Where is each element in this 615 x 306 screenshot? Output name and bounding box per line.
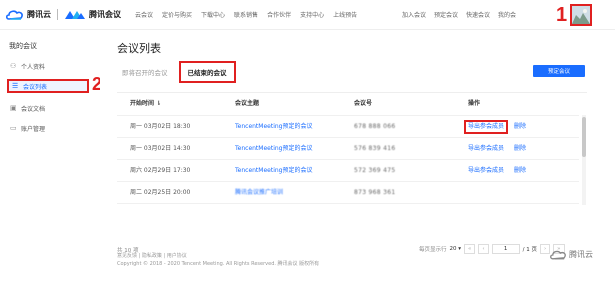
row-meeting-number: 576 839 416	[354, 145, 396, 152]
row-start-time: 周一 03月02日 18:30	[130, 123, 191, 130]
row-meeting-number: 572 369 475	[354, 167, 396, 174]
row-topic-link[interactable]: TencentMeeting预定的会议	[235, 116, 312, 138]
total-pages: / 1 页	[522, 247, 537, 253]
doc-icon: ▣	[10, 103, 17, 112]
user-icon: ⚇	[10, 61, 17, 70]
page-number-input[interactable]: 1	[491, 244, 520, 254]
schedule-meeting-link[interactable]: 预定会议	[434, 10, 458, 19]
row-start-time: 周二 02月25日 20:00	[130, 189, 191, 196]
sidebar: 我的会议 ⚇ 个人资料 ☰ 会议列表 ▣ 会议文档 ▭ 账户管理	[0, 31, 95, 251]
row-topic-link[interactable]: TencentMeeting预定的会议	[235, 138, 312, 160]
brand-name: 腾讯云	[27, 10, 51, 19]
row-meeting-number: 678 888 066	[354, 123, 396, 130]
top-nav: 云会议 定价与购买 下载中心 联系销售 合作伙伴 支持中心 上线预告	[135, 10, 357, 19]
avatar[interactable]	[570, 4, 592, 26]
export-attendees-button[interactable]: 导出参会成员	[464, 120, 509, 134]
list-icon: ☰	[12, 81, 19, 90]
table-scrollbar-thumb[interactable]	[582, 117, 586, 157]
delete-button[interactable]: 删除	[514, 138, 526, 160]
meeting-tabs: 即将召开的会议 已结束的会议	[117, 61, 236, 83]
sidebar-item-meeting-docs[interactable]: ▣ 会议文档	[7, 101, 89, 115]
footer-logo-text: 腾讯云	[569, 250, 593, 259]
nav-partners[interactable]: 合作伙伴	[267, 10, 291, 19]
column-header-start-time[interactable]: 开始时间 ⇂	[130, 93, 161, 115]
per-page-select[interactable]: 20 ▾	[450, 246, 462, 252]
step-callout-1: 1	[556, 4, 568, 26]
brand-divider	[57, 9, 58, 20]
export-attendees-button[interactable]: 导出参会成员	[468, 138, 504, 160]
footer-logo: 腾讯云	[550, 249, 593, 260]
my-meetings-link[interactable]: 我的会	[498, 10, 516, 19]
column-header-actions: 操作	[468, 100, 481, 107]
tencent-cloud-logo-icon	[5, 9, 24, 20]
sidebar-item-label: 会议文档	[21, 105, 46, 113]
table-row: 周一 03月02日 14:30 TencentMeeting预定的会议 576 …	[117, 137, 579, 159]
nav-release-preview[interactable]: 上线预告	[333, 10, 357, 19]
row-topic-link[interactable]: 腾讯会议推广培训	[235, 182, 283, 204]
tencent-cloud-logo-icon	[550, 250, 567, 260]
copyright-text: Copyright © 2018 - 2020 Tencent Meeting.…	[117, 261, 320, 267]
tab-upcoming[interactable]: 即将召开的会议	[117, 63, 173, 81]
sidebar-item-meeting-list[interactable]: ☰ 会议列表	[7, 79, 89, 93]
tab-ended[interactable]: 已结束的会议	[178, 61, 236, 83]
account-icon: ▭	[10, 123, 17, 132]
top-header: 腾讯云 腾讯会议 云会议 定价与购买 下载中心 联系销售 合作伙伴 支持中心 上…	[0, 0, 615, 30]
nav-cloud-meeting[interactable]: 云会议	[135, 10, 153, 19]
column-header-topic: 会议主题	[235, 100, 260, 107]
header-actions: 加入会议 预定会议 快速会议 我的会	[402, 10, 516, 19]
delete-button[interactable]: 删除	[514, 116, 526, 138]
book-meeting-button[interactable]: 预定会议	[533, 65, 585, 77]
per-page-label: 每页显示行	[419, 247, 447, 253]
nav-support[interactable]: 支持中心	[300, 10, 324, 19]
sidebar-item-label: 个人资料	[21, 63, 46, 71]
table-row: 周二 02月25日 20:00 腾讯会议推广培训 873 968 361	[117, 181, 579, 203]
sidebar-item-label: 会议列表	[23, 83, 48, 91]
row-topic-link[interactable]: TencentMeeting预定的会议	[235, 160, 312, 182]
nav-download[interactable]: 下载中心	[201, 10, 225, 19]
avatar-image-icon	[572, 6, 590, 24]
next-page-button[interactable]: ›	[539, 244, 551, 254]
page-footer: 意见反馈 | 隐私政策 | 用户协议 Copyright © 2018 - 20…	[117, 252, 319, 268]
prev-page-button[interactable]: ‹	[478, 244, 489, 254]
table-row: 周一 03月02日 18:30 TencentMeeting预定的会议 678 …	[117, 115, 579, 137]
tencent-meeting-logo-icon	[64, 10, 86, 20]
product-name: 腾讯会议	[89, 10, 121, 19]
join-meeting-link[interactable]: 加入会议	[402, 10, 426, 19]
sidebar-item-account[interactable]: ▭ 账户管理	[7, 121, 89, 135]
export-attendees-button[interactable]: 导出参会成员	[468, 160, 504, 182]
row-meeting-number: 873 968 361	[354, 189, 396, 196]
quick-meeting-link[interactable]: 快速会议	[466, 10, 490, 19]
nav-contact-sales[interactable]: 联系销售	[234, 10, 258, 19]
delete-button[interactable]: 删除	[514, 160, 526, 182]
pagination: 每页显示行 20 ▾ « ‹ 1 / 1 页 › »	[419, 244, 565, 254]
column-header-number: 会议号	[354, 100, 373, 107]
first-page-button[interactable]: «	[464, 244, 476, 254]
row-start-time: 周六 02月29日 17:30	[130, 167, 191, 174]
meeting-table: 开始时间 ⇂ 会议主题 会议号 操作 周一 03月02日 18:30 Tence…	[117, 92, 587, 242]
sidebar-title: 我的会议	[9, 42, 37, 50]
footer-links[interactable]: 意见反馈 | 隐私政策 | 用户协议	[117, 252, 319, 260]
page-title: 会议列表	[117, 42, 161, 55]
brand[interactable]: 腾讯云 腾讯会议	[5, 9, 121, 20]
table-row: 周六 02月29日 17:30 TencentMeeting预定的会议 572 …	[117, 159, 579, 181]
sidebar-item-label: 账户管理	[21, 125, 46, 133]
nav-pricing[interactable]: 定价与购买	[162, 10, 192, 19]
sidebar-item-profile[interactable]: ⚇ 个人资料	[7, 59, 89, 73]
table-row-divider	[117, 203, 579, 225]
row-start-time: 周一 03月02日 14:30	[130, 145, 191, 152]
